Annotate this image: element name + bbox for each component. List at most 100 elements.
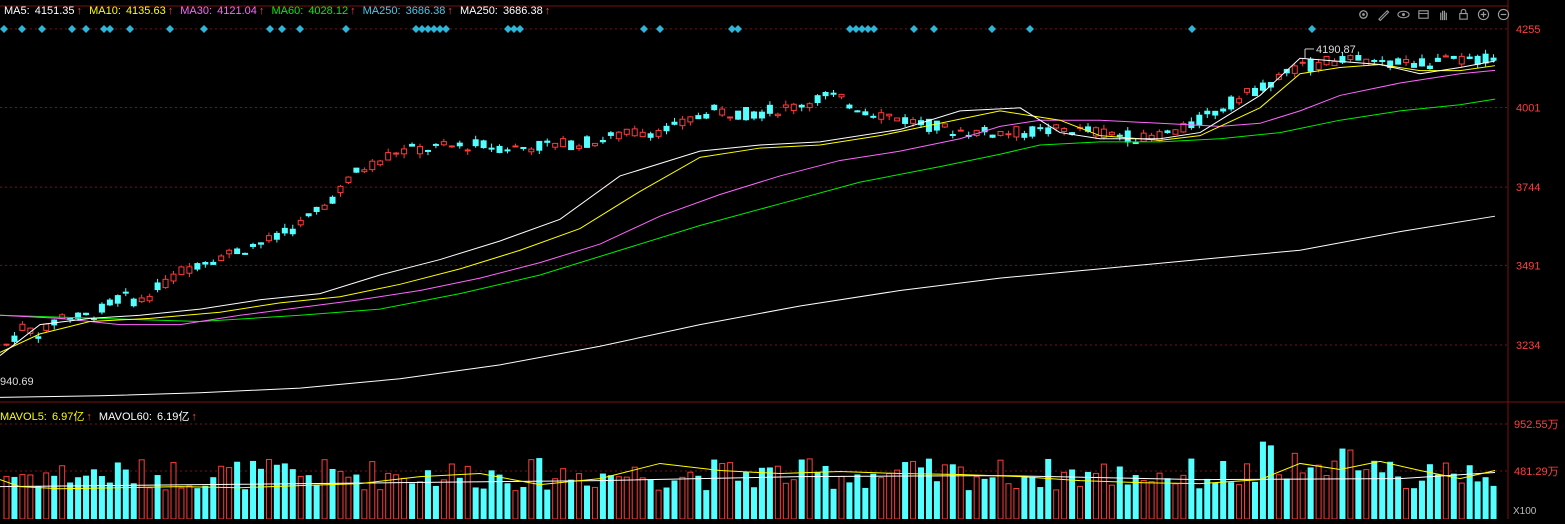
volume-bar [607, 475, 614, 520]
signal-diamond [734, 25, 742, 33]
candle-body [1172, 129, 1179, 135]
chart-toolbar [1355, 6, 1511, 22]
volume-legend: MAVOL5: 6.97亿 ↑ MAVOL60: 6.19亿 ↑ [0, 408, 201, 424]
volume-bar [949, 464, 956, 520]
candle-body [35, 336, 42, 339]
volume-bar [1371, 460, 1378, 520]
volume-bar [440, 479, 447, 520]
candle-body [401, 148, 408, 155]
settings-icon[interactable] [1355, 6, 1371, 22]
volume-bar [186, 485, 193, 520]
volume-bar [830, 488, 837, 520]
volume-bar [1363, 469, 1370, 520]
candle-body [878, 112, 885, 120]
volume-bar [130, 483, 137, 520]
kline-chart[interactable]: 4255 4001 3744 3491 3234 952.55万 481.29万 X100 41… [0, 0, 1565, 520]
candle-body [114, 295, 121, 304]
volume-bar [98, 476, 105, 520]
volume-bar [941, 464, 948, 520]
candle-body [1411, 63, 1418, 68]
candle-body [679, 118, 686, 127]
volume-bar [1188, 458, 1195, 520]
candle-body [488, 147, 495, 150]
indicator-icon[interactable] [1415, 6, 1431, 22]
candle-body [902, 117, 909, 124]
volume-bar [59, 465, 66, 520]
candle-body [544, 140, 551, 143]
candle-body [560, 138, 567, 148]
volume-bar [329, 468, 336, 520]
candle-body [846, 104, 853, 109]
volume-bar [981, 478, 988, 520]
hand-icon[interactable] [1435, 6, 1451, 22]
candle-body [385, 152, 392, 161]
candle-body [886, 113, 893, 117]
candle-body [894, 117, 901, 122]
lock-icon[interactable] [1455, 6, 1471, 22]
candle-body [162, 278, 169, 289]
volume-bar [51, 475, 58, 520]
volume-bar [806, 458, 813, 520]
candle-body [480, 140, 487, 149]
chart-canvas[interactable]: 4255 4001 3744 3491 3234 952.55万 481.29万 X100 41… [0, 0, 1565, 520]
candle-body [1236, 98, 1243, 104]
volume-bar [910, 460, 917, 520]
volume-bar [178, 487, 185, 520]
candle-body [584, 136, 591, 148]
candle-body [1466, 56, 1473, 59]
candle-body [305, 213, 312, 217]
volume-bar [711, 459, 718, 520]
volume-bar [170, 462, 177, 520]
candle-body [1140, 132, 1147, 142]
candle-body [273, 232, 280, 240]
candle-body [1220, 108, 1227, 112]
volume-bar [774, 465, 781, 520]
volume-bar [695, 475, 702, 520]
volume-bar [584, 485, 591, 520]
signal-diamond [1308, 25, 1316, 33]
candle-body [1132, 141, 1139, 145]
candle-body [1204, 110, 1211, 115]
candle-body [862, 111, 869, 116]
candle-body [186, 266, 193, 274]
candle-body [814, 95, 821, 104]
draw-pen-icon[interactable] [1375, 6, 1391, 22]
signal-diamond [656, 25, 664, 33]
volume-unit-label: X100 [1513, 506, 1537, 517]
volume-bar [1434, 474, 1441, 520]
candle-body [1212, 110, 1219, 116]
candle-body [130, 298, 137, 307]
candle-body [870, 115, 877, 118]
volume-bar [1482, 477, 1489, 520]
volume-bar [1116, 466, 1123, 520]
candle-body [607, 132, 614, 136]
candle-body [321, 204, 328, 210]
volume-bar [1100, 463, 1107, 520]
volume-bar [1236, 484, 1243, 520]
price-tick-label: 3491 [1516, 260, 1540, 272]
candle-body [1347, 55, 1354, 60]
candle-body [751, 111, 757, 119]
candle-body [830, 92, 837, 95]
volume-bar [1172, 483, 1179, 520]
zoom-in-icon[interactable] [1475, 6, 1491, 22]
candle-body [257, 242, 264, 245]
candle-body [377, 160, 384, 166]
volume-bar [758, 467, 765, 520]
volume-bar [480, 488, 487, 520]
signal-diamond [516, 25, 524, 33]
candle-body [424, 149, 431, 152]
volume-tick-label: 481.29万 [1514, 466, 1559, 478]
ma250-line [0, 215, 1496, 398]
candle-body [528, 148, 535, 153]
eye-icon[interactable] [1395, 6, 1411, 22]
candle-body [1013, 126, 1020, 138]
candle-body [910, 119, 917, 124]
candle-body [1259, 82, 1266, 91]
ma5-legend: MA5: 4151.35 ↑ [4, 5, 83, 17]
volume-bar [1458, 482, 1465, 520]
mavol60-legend: MAVOL60: 6.19亿 ↑ [98, 411, 197, 423]
volume-bar [1204, 478, 1211, 520]
candle-body [138, 297, 145, 303]
zoom-out-icon[interactable] [1495, 6, 1511, 22]
